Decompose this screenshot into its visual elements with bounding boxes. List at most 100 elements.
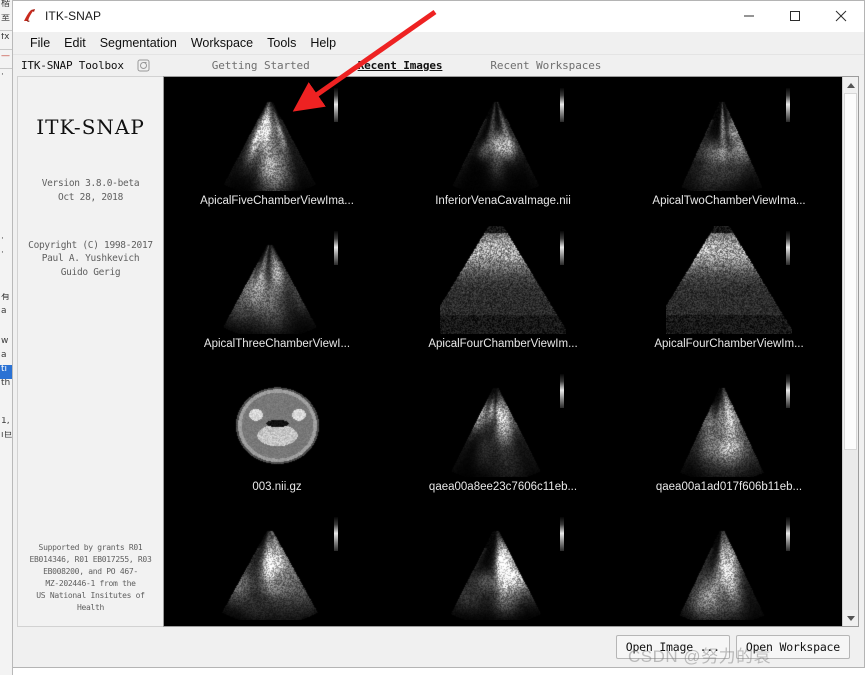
thumbnail-label: ApicalFourChamberViewIm... bbox=[654, 338, 804, 350]
desktop-background: 楷 室 fx — · · · 有 a w a ti th 1, i巨 ITK-S… bbox=[0, 0, 865, 675]
menu-item-edit[interactable]: Edit bbox=[57, 34, 93, 52]
brand-title: ITK-SNAP bbox=[36, 115, 145, 139]
close-icon[interactable] bbox=[818, 1, 864, 32]
medical-image-thumbnail bbox=[666, 83, 792, 191]
pin-toolbox-icon[interactable] bbox=[137, 59, 150, 72]
menu-item-segmentation[interactable]: Segmentation bbox=[93, 34, 184, 52]
bg-row: 有 bbox=[1, 293, 11, 302]
maximize-icon[interactable] bbox=[772, 1, 818, 32]
thumbnail-item[interactable]: InferiorVenaCavaImage.nii bbox=[390, 83, 616, 226]
thumbnail-preview[interactable] bbox=[440, 369, 566, 477]
medical-image-thumbnail bbox=[666, 369, 792, 477]
thumbnail-item[interactable]: ApicalTwoChamberViewIma... bbox=[616, 83, 842, 226]
thumbnail-item[interactable]: qaea00a8ee23c7606c11eb... bbox=[390, 369, 616, 512]
grayscale-colorbar bbox=[334, 517, 338, 551]
grants-text: Supported by grants R01 EB014346, R01 EB… bbox=[29, 543, 152, 612]
tab-strip: Getting Started Recent Images Recent Wor… bbox=[188, 59, 626, 72]
grayscale-colorbar bbox=[334, 88, 338, 122]
toolbox-tab-row: ITK-SNAP Toolbox Getting Started Recent … bbox=[13, 55, 864, 76]
thumbnail-preview[interactable] bbox=[440, 512, 566, 620]
version-text: Version 3.8.0-beta Oct 28, 2018 bbox=[41, 178, 140, 203]
bg-row: a bbox=[1, 307, 7, 316]
medical-image-thumbnail bbox=[666, 512, 792, 620]
grayscale-colorbar bbox=[334, 231, 338, 265]
thumbnail-item[interactable]: ApicalFourChamberViewIm... bbox=[390, 226, 616, 369]
tab-getting-started[interactable]: Getting Started bbox=[188, 59, 334, 72]
thumbnail-item[interactable] bbox=[616, 512, 842, 626]
footer-bar: Open Image ... Open Workspace bbox=[13, 627, 864, 667]
scroll-up-arrow-icon[interactable] bbox=[843, 77, 858, 93]
about-sidebar: ITK-SNAP Version 3.8.0-beta Oct 28, 2018… bbox=[17, 76, 163, 627]
title-bar[interactable]: ITK-SNAP bbox=[13, 1, 864, 32]
scrollbar-track-lower[interactable] bbox=[843, 449, 858, 610]
thumbnail-label: ApicalTwoChamberViewIma... bbox=[652, 195, 806, 207]
window-body: ITK-SNAP Version 3.8.0-beta Oct 28, 2018… bbox=[13, 76, 864, 627]
bg-row: · bbox=[1, 235, 4, 244]
thumbnail-preview[interactable] bbox=[666, 83, 792, 191]
bg-row: 1, bbox=[1, 417, 10, 426]
recent-images-panel: ApicalFiveChamberViewIma... InferiorVenaC… bbox=[163, 76, 859, 627]
vertical-scrollbar[interactable] bbox=[842, 77, 858, 626]
tab-recent-images[interactable]: Recent Images bbox=[334, 59, 467, 72]
thumbnail-preview[interactable] bbox=[440, 83, 566, 191]
medical-image-thumbnail bbox=[440, 226, 566, 334]
medical-image-thumbnail bbox=[440, 369, 566, 477]
thumbnail-label: ApicalThreeChamberViewI... bbox=[203, 338, 351, 350]
scrollbar-thumb[interactable] bbox=[844, 93, 857, 450]
bg-row-selected[interactable]: ti bbox=[0, 365, 12, 379]
grayscale-colorbar bbox=[786, 88, 790, 122]
grayscale-colorbar bbox=[560, 517, 564, 551]
thumbnail-item[interactable]: ApicalFourChamberViewIm... bbox=[616, 226, 842, 369]
thumbnail-item[interactable]: 003.nii.gz bbox=[164, 369, 390, 512]
grayscale-colorbar bbox=[786, 231, 790, 265]
bg-row: — bbox=[1, 52, 10, 61]
thumbnail-preview[interactable] bbox=[666, 512, 792, 620]
bg-row: i巨 bbox=[1, 431, 12, 440]
scroll-down-arrow-icon[interactable] bbox=[843, 610, 858, 626]
thumbnail-label: 003.nii.gz bbox=[252, 481, 302, 493]
menu-item-tools[interactable]: Tools bbox=[260, 34, 303, 52]
menu-item-help[interactable]: Help bbox=[303, 34, 343, 52]
window-controls bbox=[726, 1, 864, 32]
medical-image-thumbnail bbox=[214, 369, 340, 477]
grayscale-colorbar bbox=[786, 374, 790, 408]
thumbnail-item[interactable]: ApicalFiveChamberViewIma... bbox=[164, 83, 390, 226]
minimize-icon[interactable] bbox=[726, 1, 772, 32]
toolbox-label: ITK-SNAP Toolbox bbox=[21, 59, 124, 72]
thumbnail-label: ApicalFourChamberViewIm... bbox=[428, 338, 578, 350]
thumbnail-preview[interactable] bbox=[214, 83, 340, 191]
bg-divider bbox=[0, 68, 12, 69]
thumbnail-item[interactable]: ApicalThreeChamberViewI... bbox=[164, 226, 390, 369]
thumbnail-label: InferiorVenaCavaImage.nii bbox=[435, 195, 571, 207]
thumbnail-preview[interactable] bbox=[214, 369, 340, 477]
open-image-button[interactable]: Open Image ... bbox=[615, 635, 730, 659]
bg-row: · bbox=[1, 71, 4, 80]
thumbnail-preview[interactable] bbox=[666, 226, 792, 334]
thumbnail-item[interactable] bbox=[164, 512, 390, 626]
tab-recent-workspaces[interactable]: Recent Workspaces bbox=[466, 59, 625, 72]
copyright-text: Copyright (C) 1998-2017 Paul A. Yushkevi… bbox=[28, 239, 153, 279]
background-window-sliver[interactable]: 楷 室 fx — · · · 有 a w a ti th 1, i巨 bbox=[0, 0, 13, 675]
thumbnail-label: qaea00a8ee23c7606c11eb... bbox=[428, 481, 578, 493]
menu-item-file[interactable]: File bbox=[23, 34, 57, 52]
thumbnail-preview[interactable] bbox=[214, 512, 340, 620]
medical-image-thumbnail bbox=[214, 83, 340, 191]
itksnap-logo-icon bbox=[22, 8, 38, 24]
menu-item-workspace[interactable]: Workspace bbox=[184, 34, 260, 52]
open-workspace-button[interactable]: Open Workspace bbox=[735, 635, 850, 659]
thumbnail-preview[interactable] bbox=[440, 226, 566, 334]
thumbnail-preview[interactable] bbox=[214, 226, 340, 334]
window-title: ITK-SNAP bbox=[45, 9, 102, 23]
grayscale-colorbar bbox=[560, 88, 564, 122]
thumbnail-item[interactable]: qaea00a1ad017f606b11eb... bbox=[616, 369, 842, 512]
bg-row: fx bbox=[1, 33, 10, 42]
thumbnail-preview[interactable] bbox=[666, 369, 792, 477]
itk-snap-window: ITK-SNAP File Edit Segmentation Workspac… bbox=[13, 0, 865, 668]
bg-row: w bbox=[1, 337, 9, 346]
bg-row: a bbox=[1, 351, 7, 360]
thumbnail-item[interactable] bbox=[390, 512, 616, 626]
thumbnail-grid: ApicalFiveChamberViewIma... InferiorVenaC… bbox=[164, 77, 842, 626]
medical-image-thumbnail bbox=[214, 226, 340, 334]
scrollbar-track[interactable] bbox=[843, 93, 858, 610]
bg-row: 楷 bbox=[1, 0, 11, 9]
